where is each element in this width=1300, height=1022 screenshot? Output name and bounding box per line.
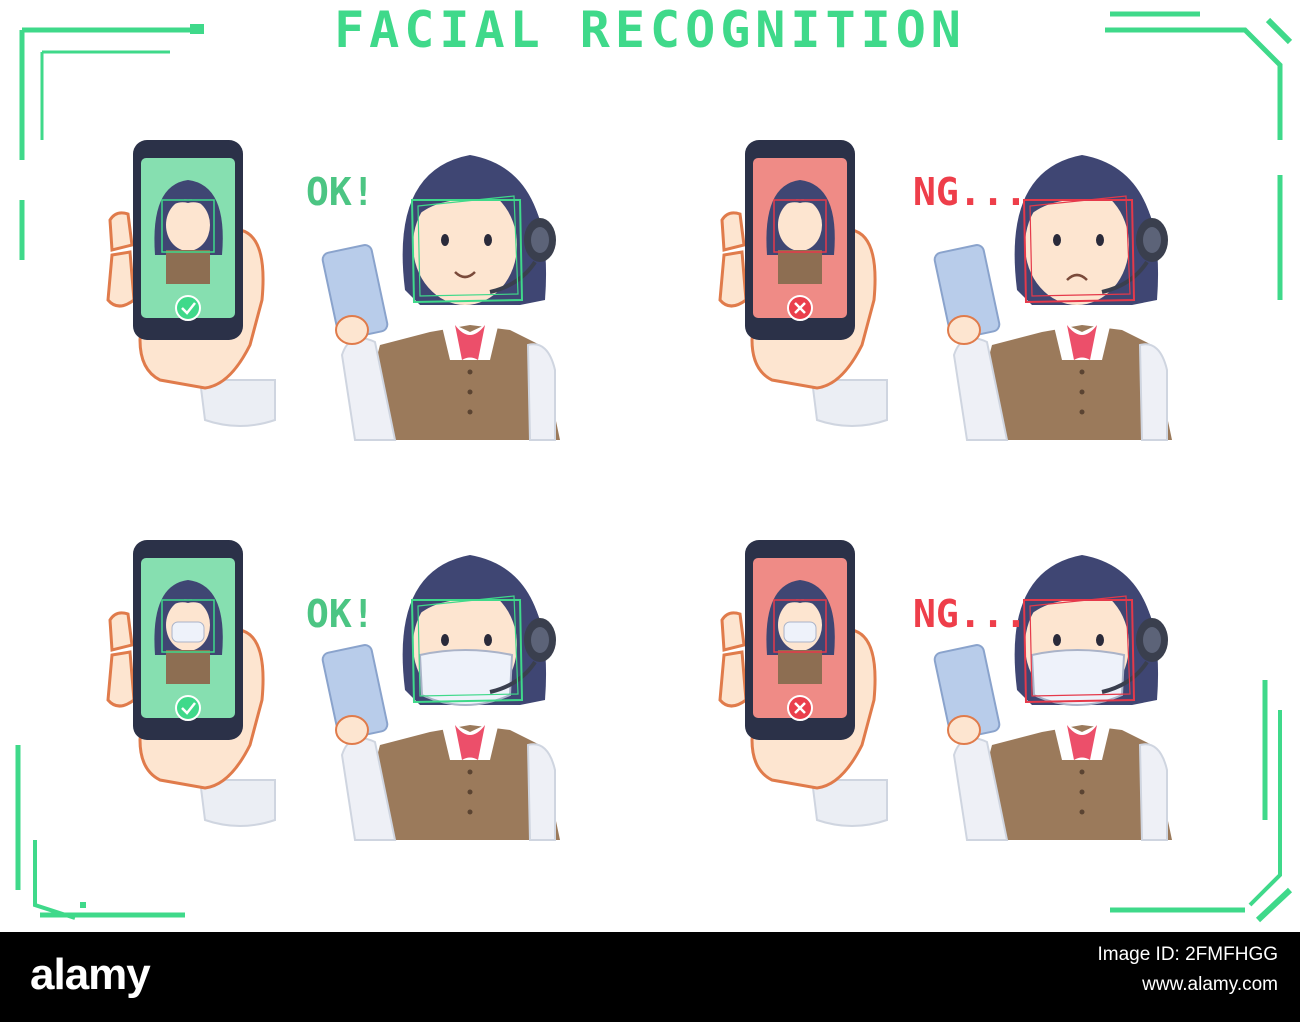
illustration-art <box>15 11 1293 923</box>
mask-icon <box>418 649 514 706</box>
panel-ok-mask <box>106 540 560 841</box>
alamy-logo: alamy <box>30 950 151 999</box>
phone-icon <box>745 140 855 340</box>
mask-icon <box>171 621 205 643</box>
mask-icon <box>783 621 817 643</box>
verdict-label-ng-no-mask: NG... <box>913 170 1028 214</box>
stage: FACIAL RECOGNITION OK! NG... OK! NG... a… <box>0 0 1300 1022</box>
hand-icon <box>335 315 369 345</box>
phone-icon <box>133 140 243 340</box>
phone-icon <box>745 540 855 740</box>
check-icon <box>175 295 201 321</box>
verdict-label-ng-mask: NG... <box>913 592 1028 636</box>
illustration: FACIAL RECOGNITION OK! NG... OK! NG... <box>0 0 1300 932</box>
hand-icon <box>947 715 981 745</box>
mask-icon <box>1030 649 1126 706</box>
image-id: Image ID: 2FMFHGG <box>1097 944 1278 965</box>
check-icon <box>175 695 201 721</box>
verdict-label-ok-no-mask: OK! <box>306 170 375 214</box>
phone-icon <box>133 540 243 740</box>
verdict-label-ok-mask: OK! <box>306 592 375 636</box>
panel-ng-mask <box>718 540 1172 841</box>
footer-url: www.alamy.com <box>1142 974 1278 995</box>
hand-icon <box>947 315 981 345</box>
footer-bar: alamy Image ID: 2FMFHGG www.alamy.com <box>0 932 1300 1022</box>
page-title: FACIAL RECOGNITION <box>334 1 966 59</box>
hand-icon <box>335 715 369 745</box>
